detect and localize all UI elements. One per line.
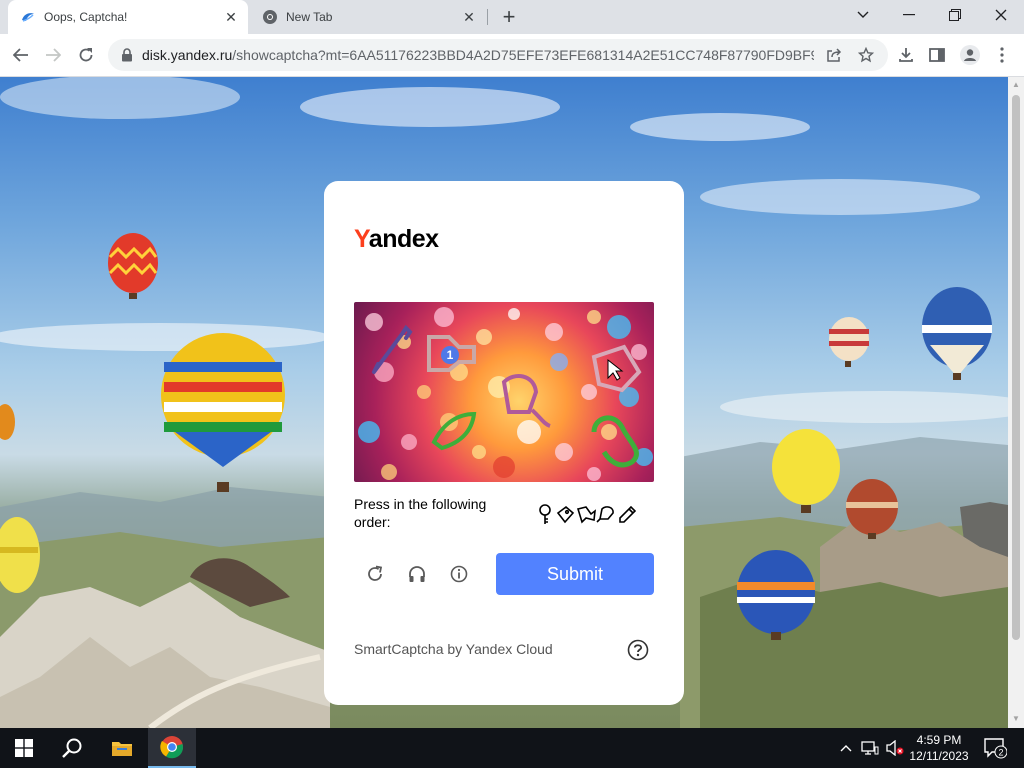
new-tab-button[interactable]: + (498, 6, 520, 28)
bell-icon (596, 506, 614, 523)
captcha-footer-text: SmartCaptcha by Yandex Cloud (354, 641, 553, 657)
reload-icon[interactable] (71, 40, 101, 70)
info-icon[interactable] (448, 563, 470, 585)
side-panel-icon[interactable] (922, 40, 952, 70)
chrome-taskbar-icon[interactable] (148, 728, 196, 768)
yandex-logo: Yandex (354, 225, 439, 254)
tag-icon (556, 505, 575, 524)
profile-avatar-icon[interactable] (955, 40, 985, 70)
captcha-page: Yandex 1 Press in the following order: S… (0, 77, 1008, 728)
browser-menu-icon[interactable] (987, 40, 1017, 70)
help-icon[interactable] (627, 639, 649, 661)
captcha-card: Yandex 1 Press in the following order: S… (324, 181, 684, 705)
yandex-disk-icon (20, 9, 36, 25)
windows-start-icon[interactable] (0, 728, 48, 768)
submit-button[interactable]: Submit (496, 553, 654, 595)
browser-toolbar: disk.yandex.ru/showcaptcha?mt=6AA5117622… (0, 34, 1024, 77)
download-icon[interactable] (891, 40, 921, 70)
balloon (161, 333, 285, 492)
tab-search-chevron-icon[interactable] (840, 0, 886, 30)
captcha-shape-bell (501, 374, 551, 428)
scrollbar-thumb[interactable] (1012, 95, 1020, 640)
scroll-down-arrow-icon[interactable]: ▼ (1011, 714, 1021, 724)
clock-time: 4:59 PM (916, 733, 962, 747)
notifications-icon[interactable]: 2 (980, 728, 1010, 768)
close-tab-icon[interactable]: ✕ (222, 8, 240, 26)
balloon (108, 233, 158, 299)
chrome-icon (262, 9, 278, 25)
logo-text: andex (368, 225, 439, 253)
tab-separator (487, 9, 488, 25)
refresh-icon[interactable] (364, 563, 386, 585)
url-path: /showcaptcha?mt=6AA51176223BBD4A2D75EFE7… (232, 47, 814, 63)
balloon (829, 317, 869, 367)
url-host: disk.yandex.ru (142, 47, 233, 63)
restore-button[interactable] (932, 0, 978, 30)
show-hidden-icons-chevron-icon[interactable] (836, 728, 856, 768)
tab-title: New Tab (286, 10, 333, 24)
volume-muted-icon[interactable] (884, 728, 906, 768)
minimize-button[interactable] (886, 0, 932, 30)
captcha-image[interactable]: 1 (354, 302, 654, 482)
balloon (922, 287, 992, 380)
close-window-button[interactable] (978, 0, 1024, 30)
captcha-instruction: Press in the following order: (354, 496, 487, 530)
address-bar[interactable]: disk.yandex.ru/showcaptcha?mt=6AA5117622… (108, 39, 888, 71)
mouse-cursor-icon (607, 358, 624, 381)
tab-title: Oops, Captcha! (44, 10, 128, 24)
tab-strip: Oops, Captcha! ✕ New Tab ✕ + (0, 0, 1024, 34)
close-tab-icon[interactable]: ✕ (460, 8, 478, 26)
horn-icon (576, 506, 596, 524)
bookmark-star-icon[interactable] (856, 45, 876, 65)
captcha-shape-leaf (431, 411, 477, 451)
share-icon[interactable] (824, 45, 844, 65)
scroll-up-arrow-icon[interactable]: ▲ (1011, 80, 1021, 90)
pencil-icon (619, 505, 636, 523)
captcha-bokeh-image: 1 (358, 307, 653, 481)
clock-date: 12/11/2023 (909, 749, 969, 763)
forward-arrow-icon[interactable] (38, 40, 68, 70)
captcha-order-icons (539, 504, 636, 524)
audio-icon[interactable] (406, 563, 428, 585)
network-icon[interactable] (860, 728, 880, 768)
captcha-marker-number: 1 (447, 348, 454, 362)
tab-oops-captcha[interactable]: Oops, Captcha! ✕ (8, 0, 248, 34)
key-icon (539, 504, 551, 524)
back-arrow-icon[interactable] (6, 40, 36, 70)
lock-icon[interactable] (120, 48, 134, 62)
captcha-shape-pencil (372, 324, 413, 374)
file-explorer-icon[interactable] (98, 728, 146, 768)
notification-count: 2 (998, 748, 1003, 758)
windows-taskbar: 4:59 PM 12/11/2023 2 (0, 728, 1024, 768)
url-text[interactable]: disk.yandex.ru/showcaptcha?mt=6AA5117622… (142, 47, 814, 63)
search-icon[interactable] (48, 728, 96, 768)
captcha-shape-key (591, 415, 639, 468)
logo-letter-y: Y (354, 225, 369, 253)
tab-new-tab[interactable]: New Tab ✕ (250, 0, 486, 34)
page-scrollbar[interactable]: ▲ ▼ (1008, 77, 1024, 728)
taskbar-clock[interactable]: 4:59 PM 12/11/2023 (906, 732, 972, 764)
